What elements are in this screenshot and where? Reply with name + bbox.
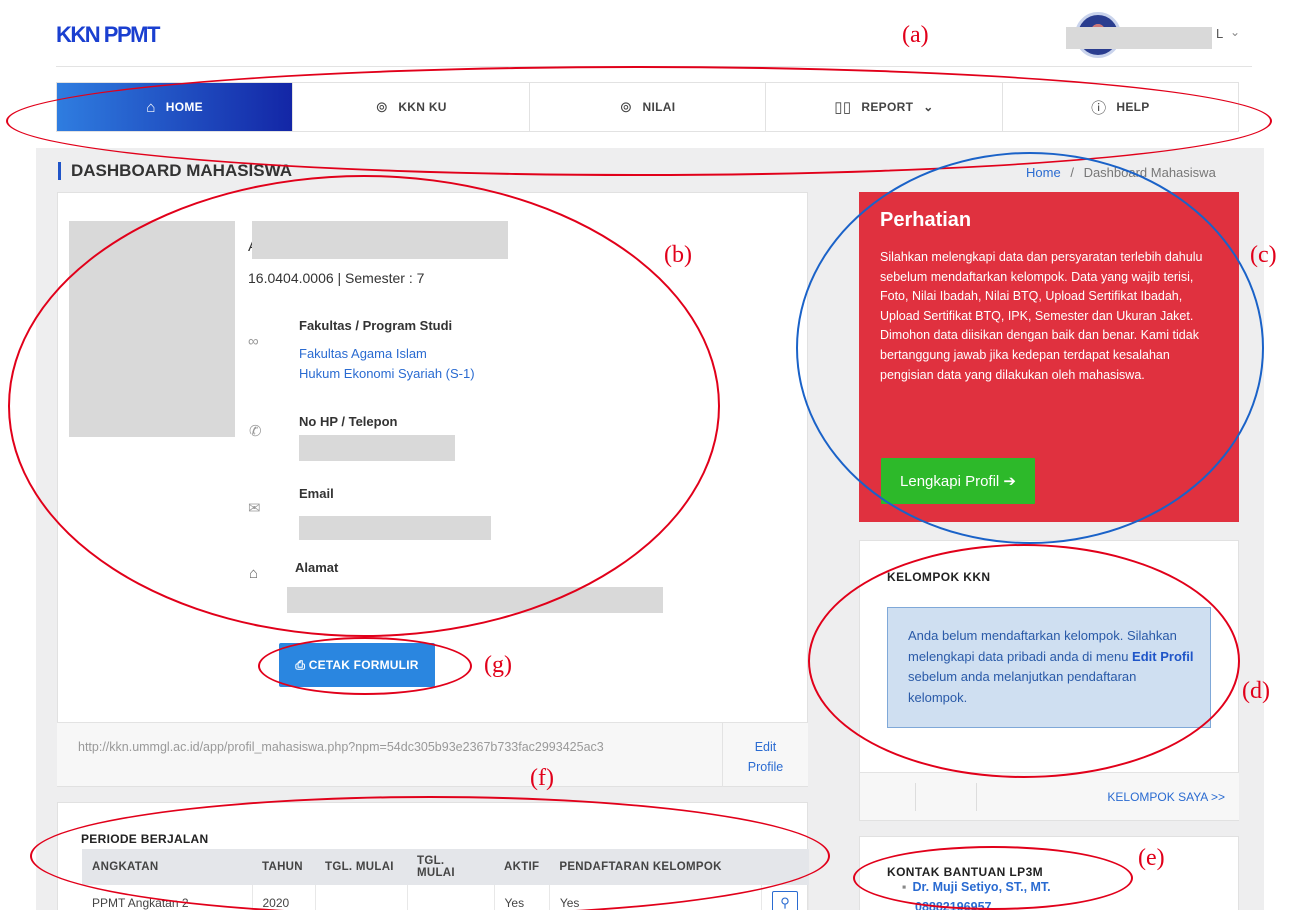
- annotation-label-c: (c): [1250, 242, 1277, 268]
- cell-action: ⚲: [761, 885, 809, 910]
- annotation-label-f: (f): [530, 765, 554, 791]
- annotation-label-e: (e): [1138, 845, 1165, 871]
- edit-profile-line1: Edit: [754, 740, 777, 754]
- edit-profile-link[interactable]: Edit Profile: [723, 737, 808, 777]
- search-icon[interactable]: ⚲: [772, 890, 798, 910]
- annotation-label-a: (a): [902, 22, 929, 48]
- annotation-label-b: (b): [664, 242, 692, 268]
- annotation-label-d: (d): [1242, 678, 1270, 704]
- annotation-ellipse-f: [30, 796, 830, 910]
- divider: [976, 783, 977, 811]
- annotation-label-g: (g): [484, 652, 512, 678]
- profile-url-bar: http://kkn.ummgl.ac.id/app/profil_mahasi…: [57, 722, 808, 787]
- annotation-ellipse-e: [853, 846, 1133, 910]
- annotation-ellipse-c: [796, 152, 1264, 544]
- chevron-down-icon[interactable]: ⌄: [1230, 25, 1240, 39]
- divider: [915, 783, 916, 811]
- profile-url: http://kkn.ummgl.ac.id/app/profil_mahasi…: [78, 740, 604, 754]
- kelompok-saya-link[interactable]: KELOMPOK SAYA >>: [1107, 790, 1225, 804]
- kelompok-footer: KELOMPOK SAYA >>: [860, 772, 1239, 820]
- annotation-ellipse-b: [8, 175, 720, 637]
- user-name-suffix[interactable]: L: [1216, 26, 1223, 41]
- edit-profile-line2: Profile: [747, 760, 784, 774]
- app-logo[interactable]: KKN PPMT: [56, 22, 160, 48]
- annotation-ellipse-g: [258, 637, 472, 695]
- annotation-ellipse-d: [808, 544, 1240, 778]
- user-name-redacted: [1066, 27, 1212, 49]
